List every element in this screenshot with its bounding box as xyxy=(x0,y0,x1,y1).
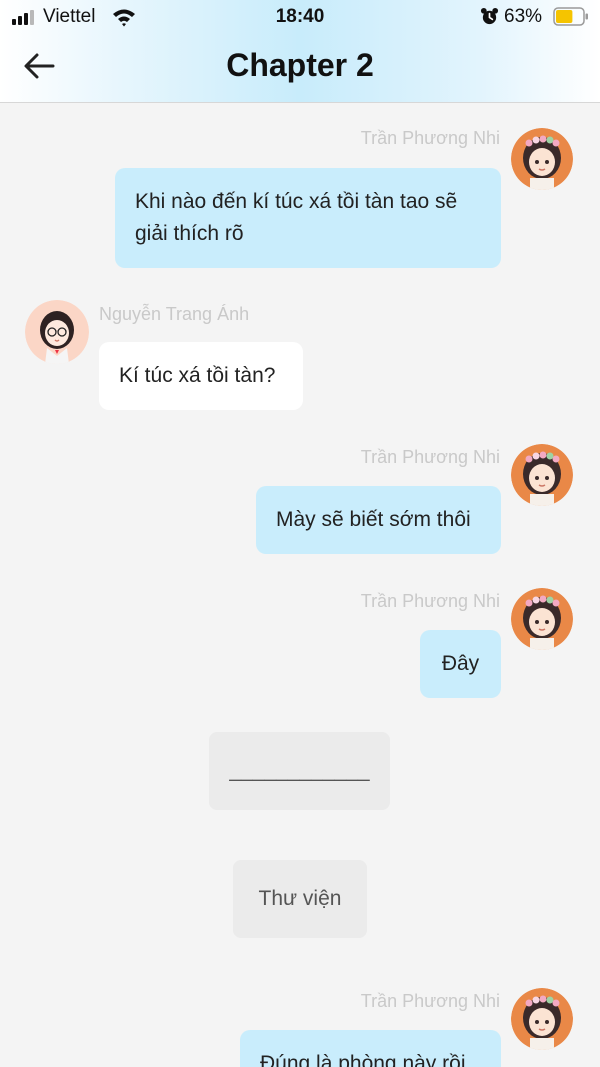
battery-icon xyxy=(553,7,588,26)
avatar-girl-flower-crown-icon xyxy=(511,128,573,190)
avatar-girl-flower-crown-icon xyxy=(511,588,573,650)
avatar-girl-flower-crown-icon xyxy=(511,988,573,1050)
avatar-tran-phuong-nhi[interactable] xyxy=(511,588,573,650)
alarm-clock-icon xyxy=(480,7,499,25)
sender-name: Nguyễn Trang Ánh xyxy=(99,304,250,324)
message-bubble-outgoing[interactable]: Khi nào đến kí túc xá tồi tàn tao sẽ giả… xyxy=(115,168,501,268)
avatar-tran-phuong-nhi[interactable] xyxy=(511,444,573,506)
avatar-girl-glasses-icon xyxy=(25,300,89,364)
chat-area[interactable]: Trần Phương Nhi Khi nào đến kí túc xá tồ… xyxy=(0,104,600,1067)
scene-divider-box: ____________ xyxy=(209,732,390,810)
message-bubble-outgoing[interactable]: Đúng là phòng này rồi xyxy=(240,1030,501,1067)
scene-location-box: Thư viện xyxy=(233,860,367,938)
app-header: Viettel 18:40 63% Chapter 2 xyxy=(0,0,600,103)
message-bubble-incoming[interactable]: Kí túc xá tồi tàn? xyxy=(99,342,303,410)
sender-name: Trần Phương Nhi xyxy=(360,991,500,1011)
status-bar: Viettel 18:40 63% xyxy=(0,0,600,34)
sender-name: Trần Phương Nhi xyxy=(360,591,500,611)
page-title: Chapter 2 xyxy=(226,47,374,83)
sender-name: Trần Phương Nhi xyxy=(360,447,500,467)
avatar-tran-phuong-nhi[interactable] xyxy=(511,128,573,190)
message-bubble-outgoing[interactable]: Mày sẽ biết sớm thôi xyxy=(256,486,501,554)
avatar-girl-flower-crown-icon xyxy=(511,444,573,506)
navigation-bar: Chapter 2 xyxy=(0,34,600,103)
back-arrow-icon[interactable] xyxy=(22,48,58,84)
message-bubble-outgoing[interactable]: Đây xyxy=(420,630,501,698)
avatar-nguyen-trang-anh[interactable] xyxy=(25,300,89,364)
sender-name: Trần Phương Nhi xyxy=(360,128,500,148)
avatar-tran-phuong-nhi[interactable] xyxy=(511,988,573,1050)
battery-percent: 63% xyxy=(504,6,543,27)
